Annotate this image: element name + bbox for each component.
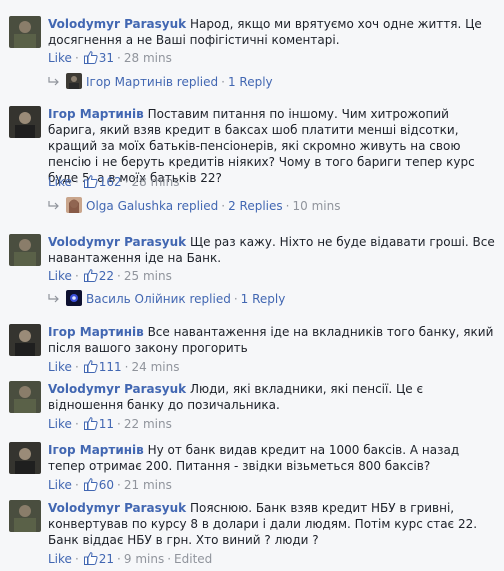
reply-author[interactable]: Василь Олійник replied (86, 292, 231, 306)
comment-time[interactable]: 24 mins (132, 360, 180, 374)
meta-separator: · (117, 552, 121, 566)
edited-label[interactable]: Edited (174, 552, 212, 566)
comment-meta: Like · 31 · 28 mins (48, 50, 172, 66)
reply-arrow-icon (48, 72, 62, 92)
meta-separator: · (74, 269, 79, 283)
reply-separator: · (233, 292, 238, 306)
like-count[interactable]: 111 (99, 360, 122, 374)
meta-separator: · (124, 360, 129, 374)
avatar[interactable] (9, 442, 41, 474)
meta-separator: · (74, 51, 79, 65)
like-link[interactable]: Like (48, 552, 72, 566)
like-link[interactable]: Like (48, 360, 72, 374)
thumbs-up-icon (83, 269, 98, 286)
like-count[interactable]: 22 (99, 269, 114, 283)
comment-meta: Like · 111 · 24 mins (48, 359, 179, 375)
comment-author[interactable]: Volodymyr Parasyuk (48, 382, 186, 396)
reply-author[interactable]: Olga Galushka replied (86, 199, 218, 213)
meta-separator: · (74, 552, 79, 566)
comment-meta: Like · 162 · 28 mins (48, 174, 179, 190)
meta-separator: · (167, 552, 172, 566)
avatar[interactable] (9, 381, 41, 413)
meta-separator: · (117, 417, 121, 431)
like-count[interactable]: 11 (99, 417, 114, 431)
like-link[interactable]: Like (48, 417, 72, 431)
reply-separator: · (221, 199, 226, 213)
comment-meta: Like · 11 · 22 mins (48, 416, 172, 432)
comment-meta: Like · 22 · 25 mins (48, 268, 172, 284)
comment-author[interactable]: Ігор Мартинів (48, 325, 144, 339)
meta-separator: · (117, 478, 121, 492)
comment-author[interactable]: Volodymyr Parasyuk (48, 501, 186, 515)
reply-arrow-icon (48, 289, 62, 309)
comment-meta: Like · 21 · 9 mins · Edited (48, 551, 212, 567)
comment-author[interactable]: Volodymyr Parasyuk (48, 235, 186, 249)
avatar[interactable] (9, 16, 41, 48)
like-count[interactable]: 31 (99, 51, 114, 65)
avatar[interactable] (9, 234, 41, 266)
reply-count[interactable]: 2 Replies (228, 199, 283, 213)
thumbs-up-icon (83, 360, 98, 377)
like-count[interactable]: 162 (99, 175, 122, 189)
reply-avatar (66, 197, 82, 213)
reply-arrow-icon (48, 196, 62, 216)
comment-time[interactable]: 25 mins (124, 269, 172, 283)
comment-time[interactable]: 28 mins (124, 51, 172, 65)
like-link[interactable]: Like (48, 478, 72, 492)
comment-time[interactable]: 28 mins (132, 175, 180, 189)
thumbs-up-icon (83, 478, 98, 495)
avatar[interactable] (9, 106, 41, 138)
meta-separator: · (74, 417, 79, 431)
reply-count[interactable]: 1 Reply (228, 75, 273, 89)
comment-time[interactable]: 9 mins (124, 552, 164, 566)
like-link[interactable]: Like (48, 175, 72, 189)
meta-separator: · (74, 478, 79, 492)
comment-meta: Like · 60 · 21 mins (48, 477, 172, 493)
reply-time[interactable]: 10 mins (292, 199, 340, 213)
comment-thread: Volodymyr Parasyuk Народ, якщо ми врятує… (0, 0, 504, 571)
reply-separator: · (221, 75, 225, 89)
comment-time[interactable]: 21 mins (124, 478, 172, 492)
meta-separator: · (124, 175, 129, 189)
replies-link[interactable]: Olga Galushka replied · 2 Replies · 10 mins (48, 196, 340, 216)
comment-author[interactable]: Volodymyr Parasyuk (48, 17, 186, 31)
thumbs-up-icon (83, 175, 98, 192)
avatar[interactable] (9, 500, 41, 532)
comment-author[interactable]: Ігор Мартинів (48, 443, 144, 457)
like-count[interactable]: 21 (99, 552, 114, 566)
like-link[interactable]: Like (48, 51, 72, 65)
replies-link[interactable]: Ігор Мартинів replied · 1 Reply (48, 72, 273, 92)
comment-time[interactable]: 22 mins (124, 417, 172, 431)
like-link[interactable]: Like (48, 269, 72, 283)
meta-separator: · (117, 51, 121, 65)
reply-avatar (66, 290, 82, 306)
thumbs-up-icon (83, 417, 98, 434)
reply-avatar (66, 73, 82, 89)
reply-separator: · (285, 199, 290, 213)
reply-author[interactable]: Ігор Мартинів replied (86, 75, 218, 89)
meta-separator: · (74, 175, 79, 189)
thumbs-up-icon (83, 51, 98, 68)
meta-separator: · (117, 269, 121, 283)
reply-count[interactable]: 1 Reply (241, 292, 286, 306)
comment-author[interactable]: Ігор Мартинів (48, 107, 144, 121)
meta-separator: · (74, 360, 79, 374)
avatar[interactable] (9, 324, 41, 356)
replies-link[interactable]: Василь Олійник replied · 1 Reply (48, 289, 285, 309)
like-count[interactable]: 60 (99, 478, 114, 492)
thumbs-up-icon (83, 552, 98, 569)
